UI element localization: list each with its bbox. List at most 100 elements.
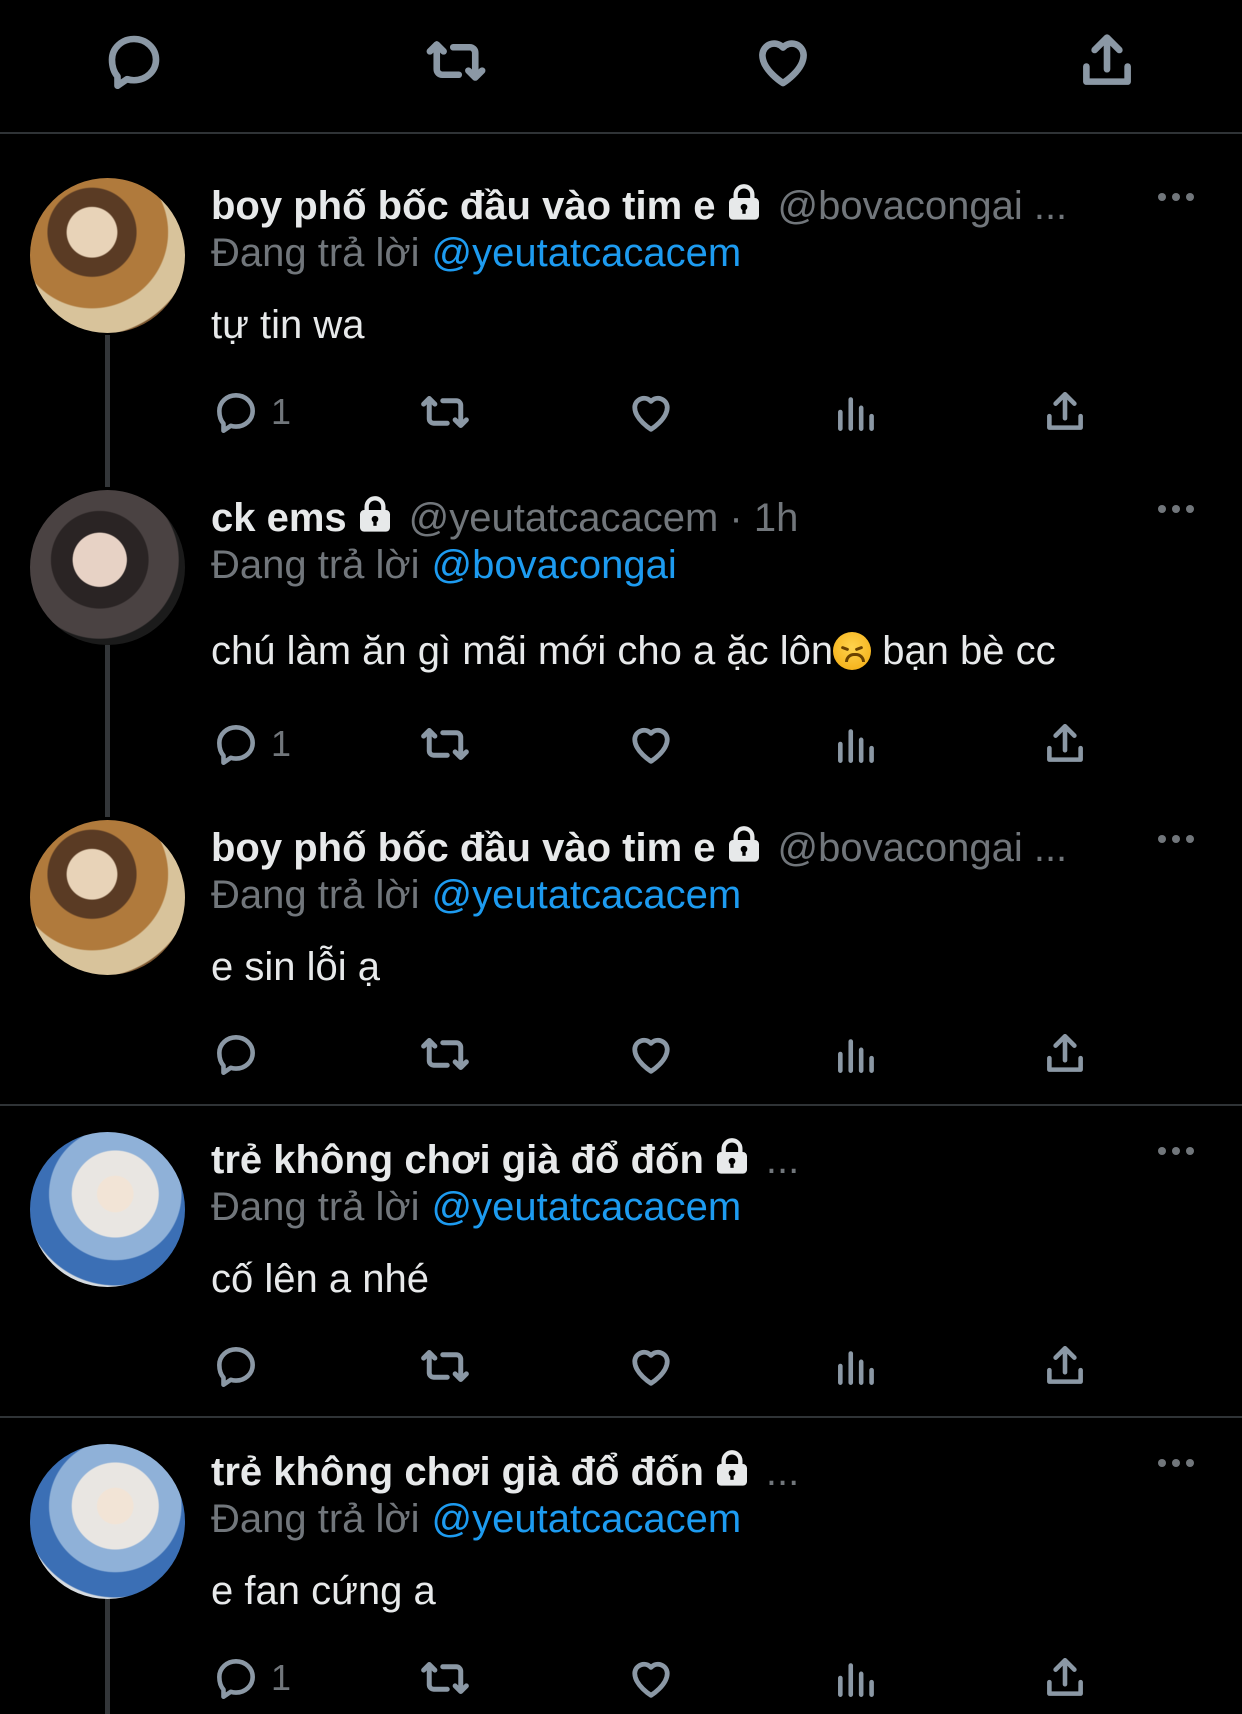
like-icon xyxy=(625,1028,677,1080)
reply-icon xyxy=(211,1029,261,1079)
name-row: trẻ không chơi già đổ đốn... xyxy=(211,1132,799,1188)
reply-context: Đang trả lời @yeutatcacacem xyxy=(211,870,741,920)
avatar[interactable] xyxy=(30,820,185,975)
display-name[interactable]: trẻ không chơi già đổ đốn xyxy=(211,1138,704,1182)
avatar[interactable] xyxy=(30,1132,185,1287)
reply-button[interactable] xyxy=(211,1338,271,1394)
top-action-bar xyxy=(0,0,1242,132)
tweet-actions: 1 xyxy=(211,716,1111,772)
more-options-icon[interactable] xyxy=(1156,1144,1206,1184)
reply-count: 1 xyxy=(271,723,292,764)
share-icon xyxy=(1040,1341,1090,1391)
more-options-icon[interactable] xyxy=(1156,190,1206,230)
like-icon[interactable] xyxy=(750,28,816,94)
tweet-text: e sin lỗi ạ xyxy=(211,945,380,989)
lock-icon xyxy=(712,1449,752,1489)
name-row: ck ems @yeutatcacacem · 1h xyxy=(211,490,798,546)
reply-count: 1 xyxy=(271,391,292,432)
mention-link[interactable]: @yeutatcacacem xyxy=(432,1497,742,1541)
handle[interactable]: ... xyxy=(766,1450,799,1494)
divider xyxy=(0,1104,1242,1106)
tweet-actions: 1 xyxy=(211,384,1111,440)
retweet-button[interactable] xyxy=(418,716,472,772)
views-icon xyxy=(832,719,882,769)
name-row: boy phố bốc đầu vào tim e @bovacongai ... xyxy=(211,178,1067,234)
retweet-icon xyxy=(418,1651,472,1705)
reply-count: 1 xyxy=(271,1657,292,1698)
reply-context: Đang trả lời @yeutatcacacem xyxy=(211,1494,741,1544)
display-name[interactable]: boy phố bốc đầu vào tim e xyxy=(211,826,716,870)
mention-link[interactable]: @bovacongai xyxy=(432,543,677,587)
mention-link[interactable]: @yeutatcacacem xyxy=(432,873,742,917)
share-button[interactable] xyxy=(1040,384,1090,440)
reply-icon[interactable] xyxy=(101,28,167,94)
retweet-icon xyxy=(418,385,472,439)
thread-line xyxy=(105,1597,110,1714)
handle[interactable]: @bovacongai ... xyxy=(778,184,1068,228)
reply-icon xyxy=(211,387,261,437)
retweet-icon xyxy=(418,1027,472,1081)
views-icon xyxy=(832,387,882,437)
avatar[interactable] xyxy=(30,1444,185,1599)
retweet-button[interactable] xyxy=(418,1650,472,1706)
like-button[interactable] xyxy=(625,1338,677,1394)
views-button[interactable] xyxy=(832,1650,882,1706)
reply-context: Đang trả lời @yeutatcacacem xyxy=(211,1182,741,1232)
retweet-button[interactable] xyxy=(418,384,472,440)
views-button[interactable] xyxy=(832,716,882,772)
mention-link[interactable]: @yeutatcacacem xyxy=(432,231,742,275)
views-button[interactable] xyxy=(832,384,882,440)
avatar[interactable] xyxy=(30,490,185,645)
retweet-button[interactable] xyxy=(418,1338,472,1394)
views-icon xyxy=(832,1341,882,1391)
retweet-button[interactable] xyxy=(418,1026,472,1082)
views-button[interactable] xyxy=(832,1338,882,1394)
reply-context: Đang trả lời @yeutatcacacem xyxy=(211,228,741,278)
reply-prefix: Đang trả lời xyxy=(211,543,420,587)
reply-prefix: Đang trả lời xyxy=(211,1497,420,1541)
views-icon xyxy=(832,1653,882,1703)
tweet-text: chú làm ăn gì mãi mới cho a ặc lôn bạn b… xyxy=(211,623,1056,679)
handle[interactable]: @bovacongai ... xyxy=(778,826,1068,870)
share-icon[interactable] xyxy=(1074,28,1140,94)
share-button[interactable] xyxy=(1040,1026,1090,1082)
display-name[interactable]: ck ems xyxy=(211,496,347,540)
more-options-icon[interactable] xyxy=(1156,1456,1206,1496)
tweet-text: tự tin wa xyxy=(211,303,365,347)
display-name[interactable]: boy phố bốc đầu vào tim e xyxy=(211,184,716,228)
reply-button[interactable]: 1 xyxy=(211,384,291,440)
share-button[interactable] xyxy=(1040,1338,1090,1394)
tweet-text: cố lên a nhé xyxy=(211,1257,429,1301)
like-button[interactable] xyxy=(625,1026,677,1082)
share-button[interactable] xyxy=(1040,1650,1090,1706)
more-options-icon[interactable] xyxy=(1156,502,1206,542)
more-options-icon[interactable] xyxy=(1156,832,1206,872)
reply-prefix: Đang trả lời xyxy=(211,231,420,275)
retweet-icon[interactable] xyxy=(423,28,489,94)
disappointed-face-emoji xyxy=(833,632,872,670)
tweet-actions xyxy=(211,1338,1111,1394)
share-icon xyxy=(1040,1029,1090,1079)
reply-icon xyxy=(211,719,261,769)
reply-button[interactable] xyxy=(211,1026,271,1082)
like-icon xyxy=(625,1340,677,1392)
handle[interactable]: ... xyxy=(766,1138,799,1182)
like-button[interactable] xyxy=(625,716,677,772)
tweet-actions: 1 xyxy=(211,1650,1111,1706)
display-name[interactable]: trẻ không chơi già đổ đốn xyxy=(211,1450,704,1494)
tweet-text-part: bạn bè cc xyxy=(871,629,1056,673)
share-button[interactable] xyxy=(1040,716,1090,772)
handle[interactable]: @yeutatcacacem · 1h xyxy=(409,496,799,540)
like-button[interactable] xyxy=(625,1650,677,1706)
reply-button[interactable]: 1 xyxy=(211,1650,291,1706)
lock-icon xyxy=(724,825,764,865)
reply-button[interactable]: 1 xyxy=(211,716,291,772)
name-row: trẻ không chơi già đổ đốn... xyxy=(211,1444,799,1500)
views-button[interactable] xyxy=(832,1026,882,1082)
share-icon xyxy=(1040,719,1090,769)
mention-link[interactable]: @yeutatcacacem xyxy=(432,1185,742,1229)
lock-icon xyxy=(712,1137,752,1177)
like-button[interactable] xyxy=(625,384,677,440)
lock-icon xyxy=(355,495,395,535)
avatar[interactable] xyxy=(30,178,185,333)
